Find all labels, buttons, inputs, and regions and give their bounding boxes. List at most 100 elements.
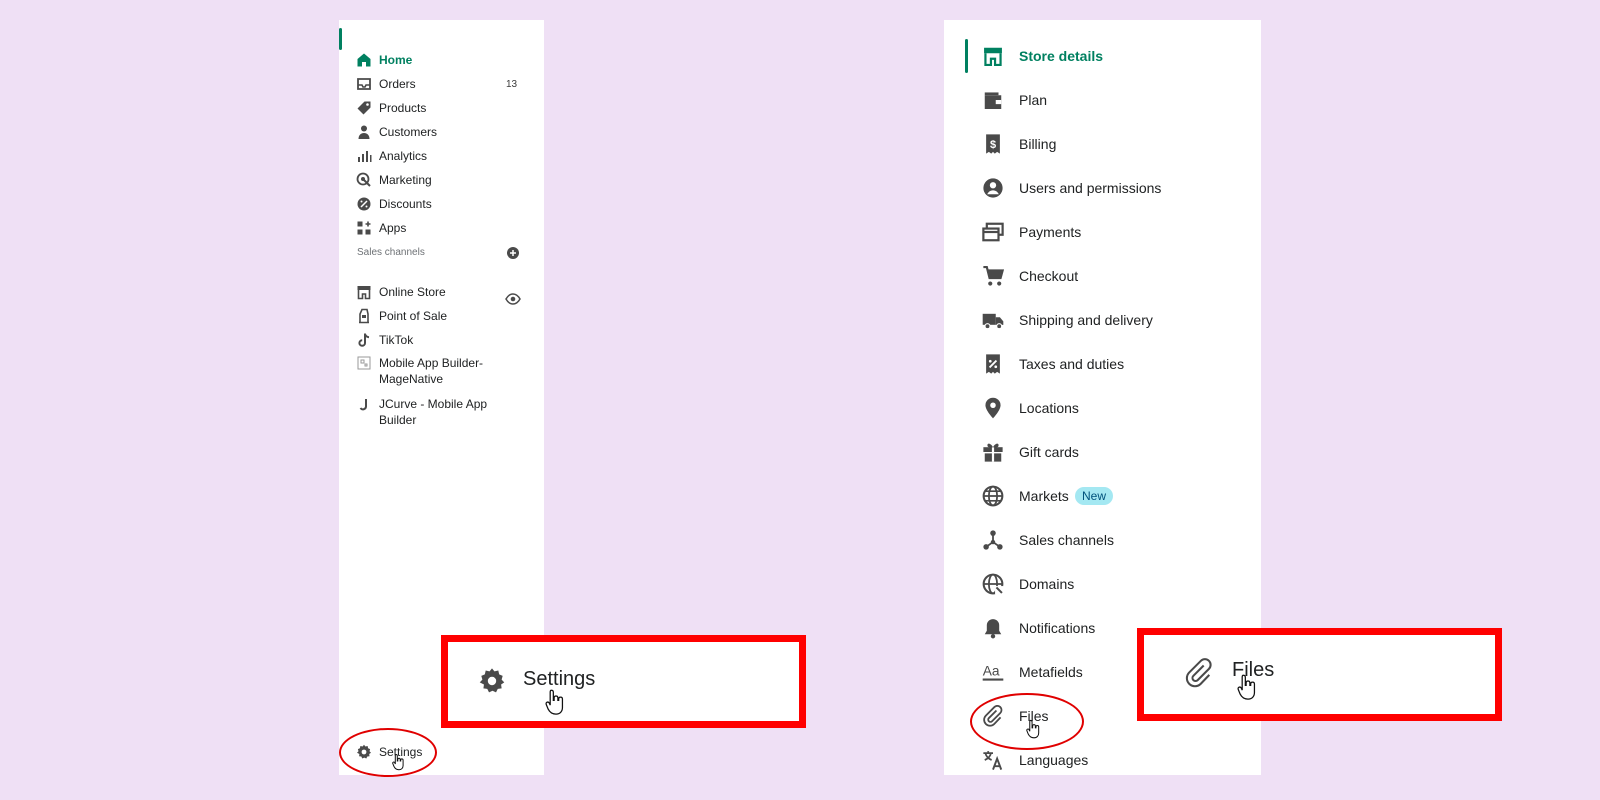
hand-pointer-icon xyxy=(545,687,567,717)
metafields-icon: Aa xyxy=(982,661,1004,683)
truck-icon xyxy=(982,309,1004,331)
sidebar-item-label: TikTok xyxy=(379,333,414,347)
store-icon xyxy=(356,284,372,300)
pos-icon xyxy=(356,308,372,324)
sidebar-item-tiktok[interactable]: TikTok xyxy=(339,328,544,352)
sidebar-item-products[interactable]: Products xyxy=(339,96,544,120)
add-sales-channel-icon[interactable] xyxy=(506,246,520,260)
settings-item-billing[interactable]: $ Billing xyxy=(944,126,1261,162)
home-icon xyxy=(356,52,372,68)
gift-icon xyxy=(982,441,1004,463)
files-highlight-circle xyxy=(970,693,1084,750)
active-indicator xyxy=(965,39,968,73)
settings-item-label: Billing xyxy=(1019,136,1057,152)
settings-item-label: Payments xyxy=(1019,224,1082,240)
store-icon xyxy=(982,45,1004,67)
settings-item-label: Notifications xyxy=(1019,620,1096,636)
settings-item-label: Locations xyxy=(1019,400,1079,416)
settings-item-label: Domains xyxy=(1019,576,1075,592)
location-pin-icon xyxy=(982,397,1004,419)
sidebar-item-label: JCurve - Mobile App Builder xyxy=(379,397,488,427)
settings-item-store-details[interactable]: Store details xyxy=(944,38,1261,74)
sidebar-item-marketing[interactable]: Marketing xyxy=(339,168,544,192)
payment-icon xyxy=(982,221,1004,243)
settings-item-label: Taxes and duties xyxy=(1019,356,1125,372)
settings-item-domains[interactable]: Domains xyxy=(944,566,1261,602)
jcurve-icon xyxy=(356,396,372,412)
bar-chart-icon xyxy=(356,148,372,164)
settings-item-label: Plan xyxy=(1019,92,1048,108)
person-icon xyxy=(356,124,372,140)
settings-item-locations[interactable]: Locations xyxy=(944,390,1261,426)
sidebar-item-label: Home xyxy=(379,53,413,67)
new-badge: New xyxy=(1075,487,1114,505)
sidebar-item-label: Customers xyxy=(379,125,438,139)
hand-pointer-icon xyxy=(1237,672,1259,702)
settings-item-label: Languages xyxy=(1019,752,1089,768)
app-builder-icon xyxy=(356,355,372,371)
sidebar-item-apps[interactable]: Apps xyxy=(339,216,544,240)
sidebar-item-label: Point of Sale xyxy=(379,309,448,323)
tax-receipt-icon xyxy=(982,353,1004,375)
sidebar-item-label: Mobile App Builder-MageNative xyxy=(379,356,484,386)
settings-item-taxes[interactable]: Taxes and duties xyxy=(944,346,1261,382)
paperclip-icon xyxy=(1184,658,1214,688)
settings-item-users-permissions[interactable]: Users and permissions xyxy=(944,170,1261,206)
orders-count-badge: 13 xyxy=(506,78,518,90)
receipt-dollar-icon: $ xyxy=(982,133,1004,155)
settings-item-label: Checkout xyxy=(1019,268,1079,284)
settings-item-sales-channels[interactable]: Sales channels xyxy=(944,522,1261,558)
settings-item-label: Store details xyxy=(1019,48,1104,64)
settings-item-label: Markets xyxy=(1019,488,1069,504)
domain-globe-icon xyxy=(982,573,1004,595)
sidebar-item-orders[interactable]: Orders 13 xyxy=(339,72,544,96)
inbox-icon xyxy=(356,76,372,92)
settings-item-plan[interactable]: Plan xyxy=(944,82,1261,118)
svg-text:Aa: Aa xyxy=(983,663,1000,678)
settings-item-label: Shipping and delivery xyxy=(1019,312,1153,328)
sidebar-item-label: Analytics xyxy=(379,149,428,163)
settings-item-label: Sales channels xyxy=(1019,532,1114,548)
settings-zoom-callout: Settings xyxy=(441,635,806,728)
bell-icon xyxy=(982,617,1004,639)
sidebar-item-home[interactable]: Home xyxy=(339,48,544,72)
sidebar-item-label: Orders xyxy=(379,77,416,91)
gear-icon xyxy=(478,667,506,695)
settings-item-label: Gift cards xyxy=(1019,444,1079,460)
sidebar-item-analytics[interactable]: Analytics xyxy=(339,144,544,168)
globe-icon xyxy=(982,485,1004,507)
sidebar-item-label: Products xyxy=(379,101,427,115)
settings-item-gift-cards[interactable]: Gift cards xyxy=(944,434,1261,470)
settings-item-payments[interactable]: Payments xyxy=(944,214,1261,250)
channels-icon xyxy=(982,529,1004,551)
tiktok-icon xyxy=(356,332,372,348)
sidebar-item-jcurve[interactable]: JCurve - Mobile App Builder xyxy=(339,394,544,430)
sidebar-item-discounts[interactable]: Discounts xyxy=(339,192,544,216)
settings-item-markets[interactable]: Markets New xyxy=(944,478,1261,514)
apps-icon xyxy=(356,220,372,236)
discount-icon xyxy=(356,196,372,212)
sidebar-item-mobile-app-builder[interactable]: Mobile App Builder-MageNative xyxy=(339,353,544,389)
sidebar-item-customers[interactable]: Customers xyxy=(339,120,544,144)
settings-item-checkout[interactable]: Checkout xyxy=(944,258,1261,294)
sidebar-item-label: Marketing xyxy=(379,173,432,187)
sidebar-item-label: Online Store xyxy=(379,285,446,299)
settings-item-label: Metafields xyxy=(1019,664,1083,680)
target-icon xyxy=(356,172,372,188)
user-circle-icon xyxy=(982,177,1004,199)
wallet-icon xyxy=(982,89,1004,111)
settings-item-languages[interactable]: Languages xyxy=(944,742,1261,775)
sidebar-item-label: Apps xyxy=(379,221,407,235)
svg-text:$: $ xyxy=(990,139,996,151)
tag-icon xyxy=(356,100,372,116)
settings-highlight-circle xyxy=(339,728,437,777)
settings-item-label: Users and permissions xyxy=(1019,180,1162,196)
files-zoom-callout: Files xyxy=(1137,628,1502,721)
sidebar-item-label: Discounts xyxy=(379,197,432,211)
settings-item-shipping[interactable]: Shipping and delivery xyxy=(944,302,1261,338)
sales-channels-heading: Sales channels xyxy=(357,247,425,258)
sidebar-item-point-of-sale[interactable]: Point of Sale xyxy=(339,304,544,328)
cart-icon xyxy=(982,265,1004,287)
translate-icon xyxy=(982,749,1004,771)
active-indicator xyxy=(339,28,342,50)
